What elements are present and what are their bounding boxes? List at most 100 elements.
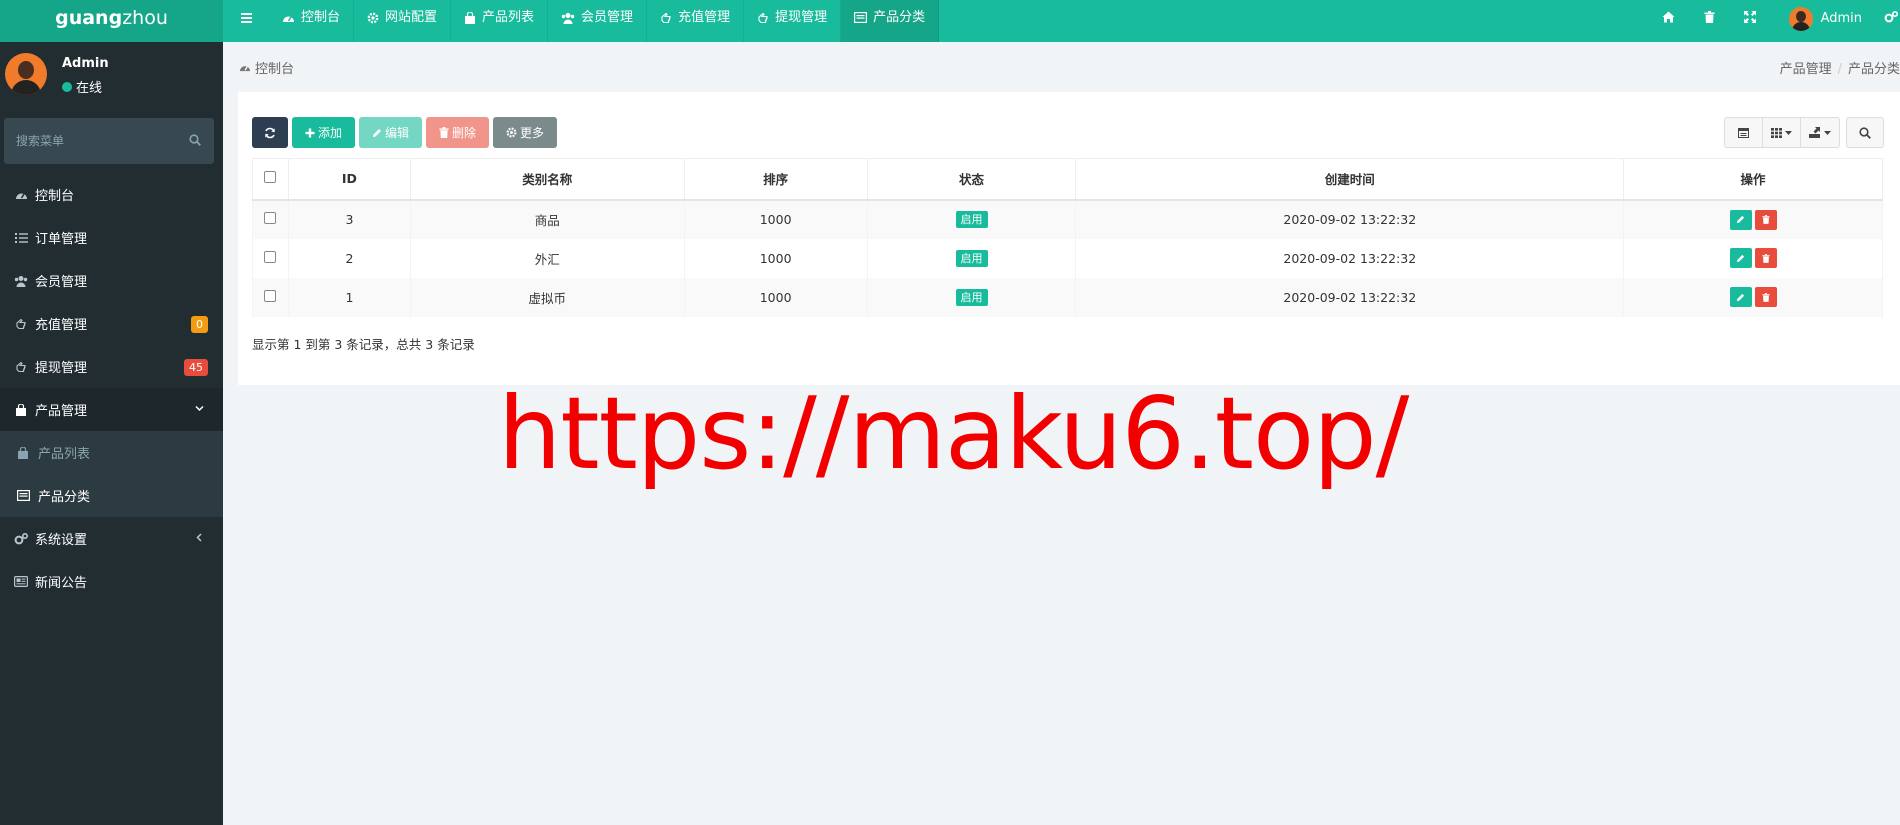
delete-button[interactable]: 删除 <box>426 117 489 148</box>
tab-recharge[interactable]: 充值管理 <box>647 0 745 42</box>
online-status: 在线 <box>62 77 102 96</box>
sidebar-item-products[interactable]: 产品管理 <box>0 388 223 431</box>
top-navbar: guangzhou 控制台 网站配置 产品列表 会员管理 充值管理 提现管理 产… <box>0 0 1900 42</box>
caret-down-icon <box>1824 130 1831 135</box>
sidebar-item-settings[interactable]: 系统设置 <box>0 517 223 560</box>
more-button[interactable]: 更多 <box>493 117 557 148</box>
control-sidebar-button[interactable] <box>1884 0 1900 42</box>
user-menu[interactable]: Admin <box>1771 0 1884 31</box>
tab-label: 会员管理 <box>581 10 634 25</box>
row-edit-button[interactable] <box>1729 287 1752 307</box>
tab-label: 控制台 <box>301 10 341 25</box>
app-logo[interactable]: guangzhou <box>0 0 223 42</box>
dashboard-icon <box>239 66 251 72</box>
sidebar-toggle-button[interactable] <box>223 0 269 42</box>
row-delete-button[interactable] <box>1754 287 1777 307</box>
status-badge[interactable]: 启用 <box>955 288 988 306</box>
trash-icon <box>1761 253 1770 263</box>
table-toolbar: 添加 编辑 删除 更多 <box>252 117 557 148</box>
row-checkbox[interactable] <box>264 250 277 263</box>
clear-cache-button[interactable] <box>1689 0 1730 42</box>
row-edit-button[interactable] <box>1729 209 1752 230</box>
edit-button[interactable]: 编辑 <box>359 117 422 148</box>
status-text: 在线 <box>76 81 103 96</box>
row-delete-button[interactable] <box>1754 248 1777 268</box>
add-button[interactable]: 添加 <box>292 117 355 148</box>
table-row[interactable]: 2 外汇 1000 启用 2020-09-02 13:22:32 <box>252 238 1883 278</box>
sidebar-menu: 控制台 订单管理 会员管理 充值管理 0 提现管理 45 产品管理 产品列表 产… <box>0 173 223 603</box>
column-header[interactable]: 类别名称 <box>409 158 685 201</box>
export-dropdown-button[interactable] <box>1801 118 1839 147</box>
columns-dropdown-button[interactable] <box>1763 118 1801 147</box>
pencil-icon <box>1736 293 1745 301</box>
hand-icon <box>661 12 671 24</box>
sidebar-subitem-product-list[interactable]: 产品列表 <box>0 431 223 474</box>
select-all-cell <box>252 158 289 201</box>
edit-label: 编辑 <box>384 126 409 140</box>
fullscreen-button[interactable] <box>1730 0 1771 42</box>
table-row[interactable]: 3 商品 1000 启用 2020-09-02 13:22:32 <box>252 199 1883 239</box>
cell-name: 商品 <box>409 199 685 239</box>
tab-label: 网站配置 <box>385 10 438 25</box>
refresh-button[interactable] <box>252 117 288 148</box>
pencil-icon <box>1736 254 1745 262</box>
sidebar-item-orders[interactable]: 订单管理 <box>0 216 223 259</box>
tab-product-list[interactable]: 产品列表 <box>451 0 549 42</box>
page-title-text: 控制台 <box>255 62 295 77</box>
row-checkbox[interactable] <box>264 289 277 302</box>
sidebar-item-label: 充值管理 <box>35 318 88 333</box>
tab-product-category[interactable]: 产品分类 <box>841 0 940 42</box>
hand-icon <box>758 12 768 24</box>
select-all-checkbox[interactable] <box>264 171 277 184</box>
column-header[interactable]: 排序 <box>683 158 868 201</box>
sidebar-item-withdraw[interactable]: 提现管理 45 <box>0 345 223 388</box>
tab-members[interactable]: 会员管理 <box>548 0 648 42</box>
page-title: 控制台 <box>239 58 294 77</box>
tab-label: 提现管理 <box>775 10 828 25</box>
newspaper-icon <box>14 576 28 587</box>
tab-label: 产品分类 <box>873 10 926 25</box>
main-panel: 添加 编辑 删除 更多 ID 类别名称 排序 状态 创建时间 操作 3 商品 1… <box>238 92 1900 385</box>
status-badge[interactable]: 启用 <box>955 211 988 228</box>
tab-site-config[interactable]: 网站配置 <box>354 0 452 42</box>
table-search-button[interactable] <box>1846 117 1884 148</box>
online-dot-icon <box>62 81 72 92</box>
list-icon <box>17 490 30 501</box>
sidebar-item-dashboard[interactable]: 控制台 <box>0 173 223 216</box>
sidebar: Admin 在线 控制台 订单管理 会员管理 充值管理 0 提现管理 <box>0 42 223 825</box>
breadcrumb-item[interactable]: 产品管理 <box>1780 62 1832 77</box>
hand-icon <box>16 361 26 372</box>
sidebar-item-label: 提现管理 <box>35 361 88 376</box>
sidebar-item-recharge[interactable]: 充值管理 0 <box>0 302 223 345</box>
sidebar-item-news[interactable]: 新闻公告 <box>0 560 223 603</box>
delete-label: 删除 <box>451 126 476 140</box>
cell-name: 外汇 <box>409 238 685 278</box>
search-icon[interactable] <box>189 134 201 146</box>
sidebar-item-label: 订单管理 <box>35 232 88 247</box>
gear-icon <box>367 12 379 24</box>
search-input[interactable] <box>4 118 184 164</box>
fullscreen-icon <box>1744 11 1757 23</box>
cell-sort: 1000 <box>683 238 868 278</box>
row-delete-button[interactable] <box>1754 209 1777 230</box>
shopping-bag-icon <box>16 403 26 416</box>
column-header[interactable]: 状态 <box>866 158 1077 201</box>
table-row[interactable]: 1 虚拟币 1000 启用 2020-09-02 13:22:32 <box>252 277 1883 317</box>
column-header[interactable]: ID <box>287 158 411 201</box>
sidebar-subitem-product-category[interactable]: 产品分类 <box>0 474 223 517</box>
status-badge[interactable]: 启用 <box>955 249 988 267</box>
sidebar-item-members[interactable]: 会员管理 <box>0 259 223 302</box>
row-edit-button[interactable] <box>1729 248 1752 268</box>
toggle-view-button[interactable] <box>1725 118 1763 147</box>
home-button[interactable] <box>1648 0 1689 42</box>
list-ol-icon <box>14 232 28 243</box>
user-avatar <box>1788 7 1813 31</box>
tab-withdraw[interactable]: 提现管理 <box>744 0 842 42</box>
tab-dashboard[interactable]: 控制台 <box>269 0 355 42</box>
add-label: 添加 <box>317 126 342 140</box>
table-icon <box>1738 127 1749 138</box>
column-header[interactable]: 创建时间 <box>1075 158 1625 201</box>
cogs-icon <box>14 532 28 544</box>
row-checkbox[interactable] <box>264 212 277 224</box>
caret-down-icon <box>1785 130 1792 135</box>
